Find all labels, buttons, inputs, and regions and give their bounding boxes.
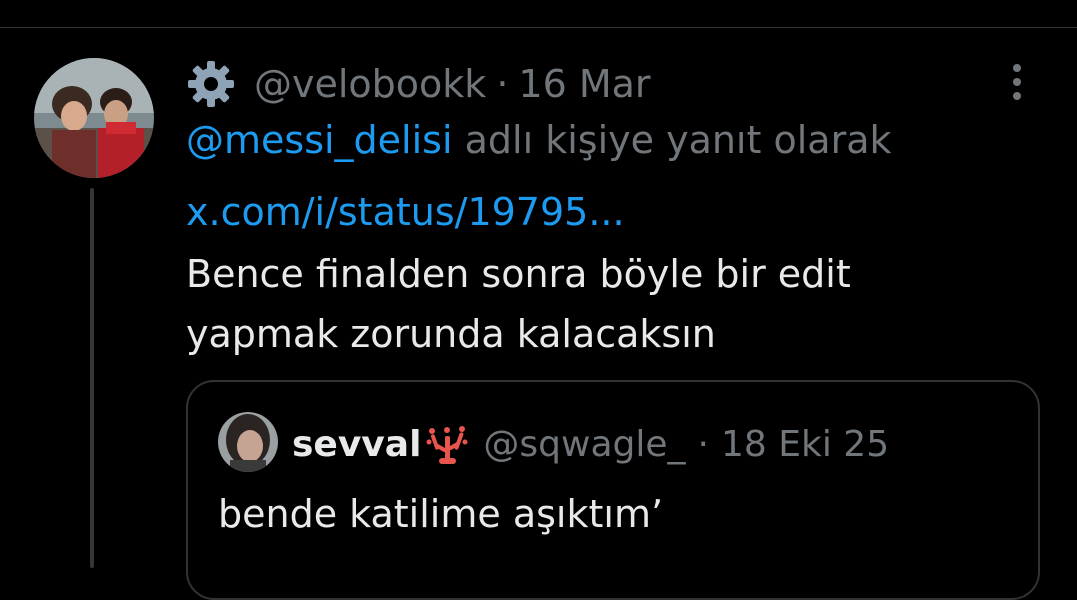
gear-icon	[186, 59, 236, 109]
tweet-date[interactable]: 16 Mar	[518, 62, 650, 106]
top-divider	[0, 27, 1077, 28]
more-vertical-icon-dot	[1013, 78, 1021, 86]
more-vertical-icon	[1013, 64, 1021, 72]
separator-dot: ·	[496, 62, 509, 106]
author-handle[interactable]: @velobookk	[254, 62, 486, 106]
tweet-text-line-1: Bence finalden sonra böyle bir edit	[186, 252, 851, 296]
tweet-text-line-2: yapmak zorunda kalacaksın	[186, 312, 716, 356]
quoted-author-avatar[interactable]	[218, 412, 278, 472]
author-avatar[interactable]	[34, 58, 154, 178]
quoted-date: 18 Eki 25	[721, 423, 890, 465]
separator-dot: ·	[697, 423, 709, 465]
more-vertical-icon-dot	[1013, 92, 1021, 100]
more-options-button[interactable]	[1000, 60, 1034, 104]
reply-context-text: adlı kişiye yanıt olarak	[452, 118, 892, 162]
reply-context: @messi_delisi adlı kişiye yanıt olarak	[186, 118, 891, 162]
thread-line	[90, 188, 94, 568]
quoted-tweet-card[interactable]	[186, 380, 1040, 600]
quoted-tweet-text: bende katilime aşıktım’	[218, 492, 664, 536]
status-link[interactable]: x.com/i/status/19795...	[186, 190, 625, 234]
coral-icon	[425, 422, 469, 466]
quoted-display-name[interactable]: sevval	[292, 424, 421, 465]
quoted-handle[interactable]: @sqwagle_	[483, 424, 685, 465]
reply-mention-link[interactable]: @messi_delisi	[186, 118, 453, 162]
quoted-tweet-header: sevval @sqwagle_ · 18 Eki 25	[292, 418, 889, 470]
tweet-header: @velobookk · 16 Mar	[186, 56, 651, 112]
